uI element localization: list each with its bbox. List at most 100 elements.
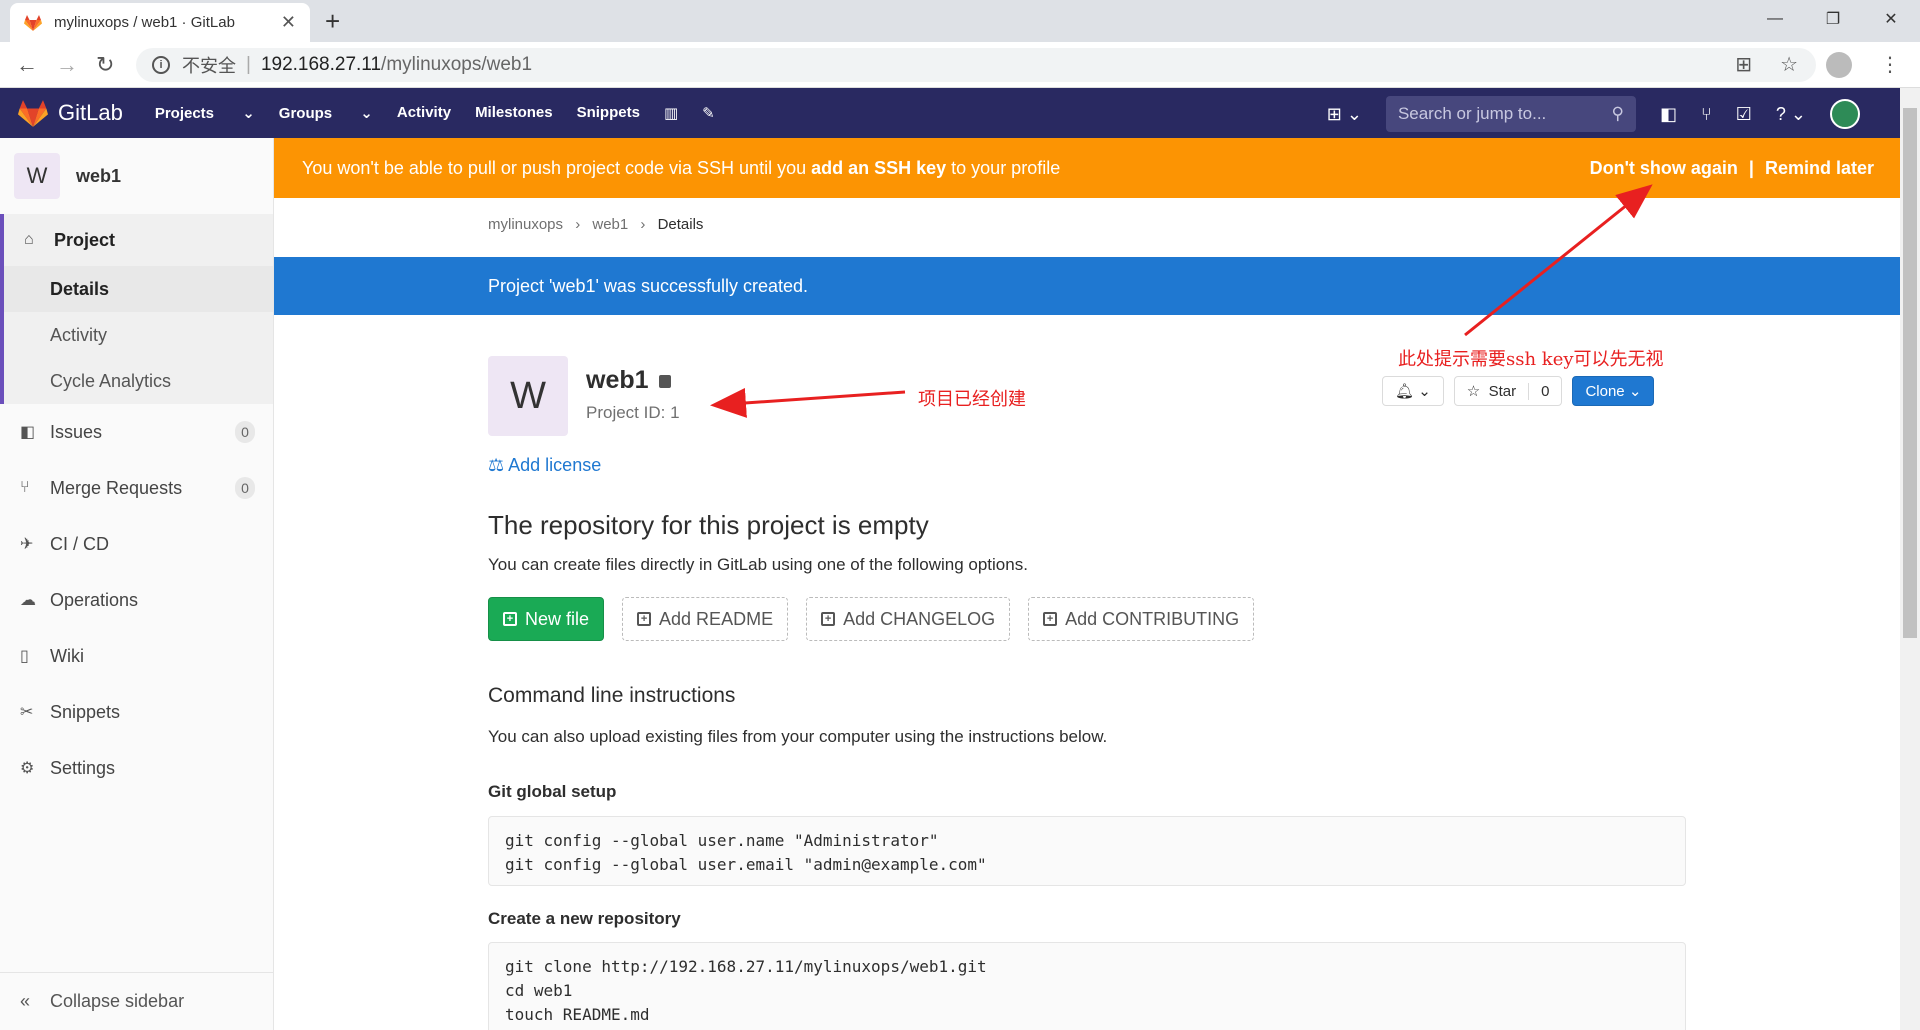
browser-tab[interactable]: mylinuxops / web1 · GitLab ✕ [10,3,310,42]
nav-milestones[interactable]: Milestones [475,104,553,122]
browser-profile-icon[interactable] [1826,52,1852,78]
browser-menu-icon[interactable]: ⋮ [1880,52,1900,78]
help-icon[interactable]: ? ⌄ [1776,104,1806,125]
close-window-icon[interactable]: ✕ [1862,0,1920,38]
sidebar-project-avatar: W [14,153,60,199]
star-count: 0 [1528,382,1549,400]
gitlab-favicon-icon [24,14,42,31]
sidebar-project-header[interactable]: W web1 [0,138,273,214]
url-host: 192.168.27.11 [260,54,382,75]
new-file-label: New file [525,608,590,629]
add-readme-label: Add README [659,608,774,629]
sidebar-sub-details[interactable]: Details [4,266,273,312]
scissors-icon: ✂ [20,704,34,721]
merge-requests-count-badge: 0 [235,477,255,499]
issues-count-badge: 0 [235,421,255,443]
nav-groups-label: Groups [278,105,333,122]
sidebar-item-label: CI / CD [50,533,110,554]
sidebar-item-label: Issues [50,421,103,442]
add-contributing-label: Add CONTRIBUTING [1065,608,1240,629]
annotation-created: 项目已经创建 [918,389,1026,410]
star-button[interactable]: ☆ Star 0 [1453,376,1563,406]
wrench-icon[interactable]: ✎ [702,104,715,122]
breadcrumb: mylinuxops › web1 › Details [488,216,703,233]
add-license-link[interactable]: ⚖ Add license [488,455,601,476]
sidebar-item-project-label: Project [54,229,116,250]
add-license-label: Add license [508,455,602,475]
dont-show-again-link[interactable]: Don't show again [1590,158,1738,178]
flash-text: Project 'web1' was successfully created. [488,275,809,296]
sidebar-item-project[interactable]: ⌂ Project [4,214,273,266]
nav-projects[interactable]: Projects ⌄ [155,104,255,122]
nav-snippets[interactable]: Snippets [577,104,640,122]
search-icon: ⚲ [1611,104,1624,123]
todos-icon[interactable]: ☑ [1736,104,1752,125]
notification-button[interactable]: 🔔︎ ⌄ [1382,376,1444,406]
ssh-banner-text-after: to your profile [946,157,1061,178]
remind-later-link[interactable]: Remind later [1765,158,1874,178]
page-scrollbar[interactable] [1900,88,1920,1030]
reload-icon[interactable]: ↻ [96,52,114,78]
info-icon[interactable]: i [152,56,170,74]
add-ssh-key-link[interactable]: add an SSH key [811,158,946,179]
lock-icon [658,375,671,388]
restore-icon[interactable]: ❐ [1804,0,1862,38]
project-id: Project ID: 1 [586,403,680,422]
new-tab-icon[interactable]: + [325,6,340,37]
create-repo-code[interactable]: git clone http://192.168.27.11/mylinuxop… [488,942,1686,1030]
project-title: web1 [586,366,649,394]
minimize-icon[interactable]: — [1746,0,1804,38]
merge-requests-icon[interactable]: ⑂ [1701,104,1712,125]
plus-square-icon: + [1043,612,1058,626]
url-separator: | [246,54,251,75]
sidebar-item-issues[interactable]: ◧ Issues 0 [0,404,273,460]
sidebar-item-label: Operations [50,589,139,610]
bookmark-star-icon[interactable]: ☆ [1780,52,1798,78]
ssh-banner-text: You won't be able to pull or push projec… [302,157,812,178]
git-global-setup-code[interactable]: git config --global user.name "Administr… [488,816,1686,886]
gitlab-logo[interactable]: GitLab [18,99,123,127]
sidebar-sub-activity[interactable]: Activity [4,312,273,358]
add-changelog-button[interactable]: + Add CHANGELOG [806,597,1011,641]
file-buttons: + New file + Add README + Add CHANGELOG + Ad… [488,597,1255,641]
plus-square-icon: + [503,612,517,626]
chevron-right-icon: › [575,216,581,233]
url-field[interactable]: i 不安全 | 192.168.27.11 /mylinuxops/web1 [136,48,1816,82]
sidebar-sub-cycle-analytics[interactable]: Cycle Analytics [4,358,273,404]
breadcrumb-group[interactable]: mylinuxops [488,216,563,233]
forward-icon[interactable]: → [56,52,78,78]
nav-groups[interactable]: Groups ⌄ [279,104,373,122]
clone-button[interactable]: Clone ⌄ [1572,376,1655,406]
collapse-sidebar-button[interactable]: « Collapse sidebar [0,972,273,1030]
close-tab-icon[interactable]: ✕ [281,12,296,33]
translate-icon[interactable]: ⊞ [1735,52,1752,78]
sidebar-item-operations[interactable]: ☁ Operations [0,572,273,628]
issues-icon: ◧ [20,424,36,441]
issues-icon[interactable]: ◧ [1660,104,1677,125]
back-icon[interactable]: ← [16,52,38,78]
search-input[interactable]: Search or jump to... ⚲ [1385,96,1636,132]
chart-icon[interactable]: ▥ [664,104,678,122]
new-file-button[interactable]: + New file [488,597,605,641]
scrollbar-thumb[interactable] [1903,108,1917,638]
new-dropdown-icon[interactable]: ⊞ ⌄ [1327,104,1362,125]
add-readme-button[interactable]: + Add README [622,597,789,641]
arrow-to-project [710,387,906,418]
star-icon: ☆ [1466,383,1481,400]
add-contributing-button[interactable]: + Add CONTRIBUTING [1028,597,1255,641]
sidebar-item-ci-cd[interactable]: ✈ CI / CD [0,516,273,572]
sidebar-item-merge-requests[interactable]: ⑂ Merge Requests 0 [0,460,273,516]
ssh-key-banner: You won't be able to pull or push projec… [274,138,1900,198]
user-avatar[interactable] [1830,99,1860,129]
sidebar-item-wiki[interactable]: ▯ Wiki [0,628,273,684]
nav-activity[interactable]: Activity [397,104,451,122]
project-avatar: W [488,356,568,436]
project-info: W web1 Project ID: 1 [488,356,680,436]
sidebar-item-snippets[interactable]: ✂ Snippets [0,684,273,740]
breadcrumb-project[interactable]: web1 [592,216,628,233]
search-placeholder: Search or jump to... [1397,104,1547,123]
annotation-ssh-hint: 此处提示需要ssh key可以先无视 [1398,349,1664,370]
sidebar-item-settings[interactable]: ⚙ Settings [0,740,273,796]
cli-title: Command line instructions [488,684,736,707]
insecure-label: 不安全 [182,56,236,76]
